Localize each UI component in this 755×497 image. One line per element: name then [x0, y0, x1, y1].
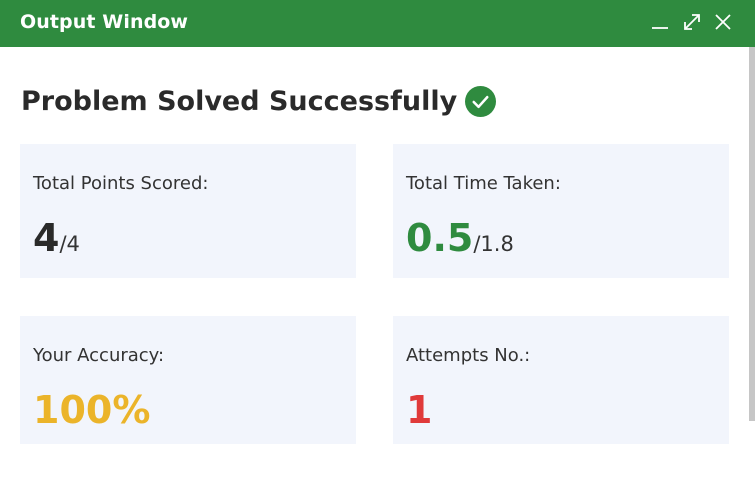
- vertical-scrollbar[interactable]: [749, 47, 755, 497]
- points-scored: 4: [33, 216, 60, 260]
- minimize-icon: [652, 27, 668, 29]
- time-taken: 0.5: [406, 216, 474, 260]
- time-value-group: 0.5/1.8: [406, 216, 514, 260]
- check-circle-icon: [465, 86, 497, 117]
- close-button[interactable]: [712, 11, 734, 33]
- minimize-button[interactable]: [649, 11, 671, 33]
- close-icon: [715, 14, 731, 30]
- accuracy-value-group: 100%: [33, 388, 150, 432]
- time-total: /1.8: [473, 232, 514, 256]
- attempts-value-group: 1: [406, 388, 432, 432]
- time-card: Total Time Taken: 0.5/1.8: [393, 144, 729, 278]
- result-heading: Problem Solved Successfully: [21, 86, 458, 117]
- points-card: Total Points Scored: 4/4: [20, 144, 356, 278]
- accuracy-label: Your Accuracy:: [33, 345, 165, 366]
- accuracy-value: 100%: [33, 388, 151, 432]
- scrollbar-thumb[interactable]: [749, 47, 755, 421]
- points-label: Total Points Scored:: [33, 173, 209, 194]
- result-heading-row: Problem Solved Successfully: [21, 86, 497, 117]
- time-label: Total Time Taken:: [406, 173, 561, 194]
- attempts-label: Attempts No.:: [406, 345, 531, 366]
- window-titlebar[interactable]: Output Window: [0, 0, 755, 47]
- accuracy-card: Your Accuracy: 100%: [20, 316, 356, 444]
- maximize-button[interactable]: [681, 11, 703, 33]
- maximize-icon: [684, 14, 700, 30]
- attempts-value: 1: [406, 388, 433, 432]
- output-window: Output Window Problem Solved Successfull…: [0, 0, 755, 497]
- attempts-card: Attempts No.: 1: [393, 316, 729, 444]
- window-title: Output Window: [20, 11, 189, 33]
- points-total: /4: [59, 232, 80, 256]
- points-value-group: 4/4: [33, 216, 80, 260]
